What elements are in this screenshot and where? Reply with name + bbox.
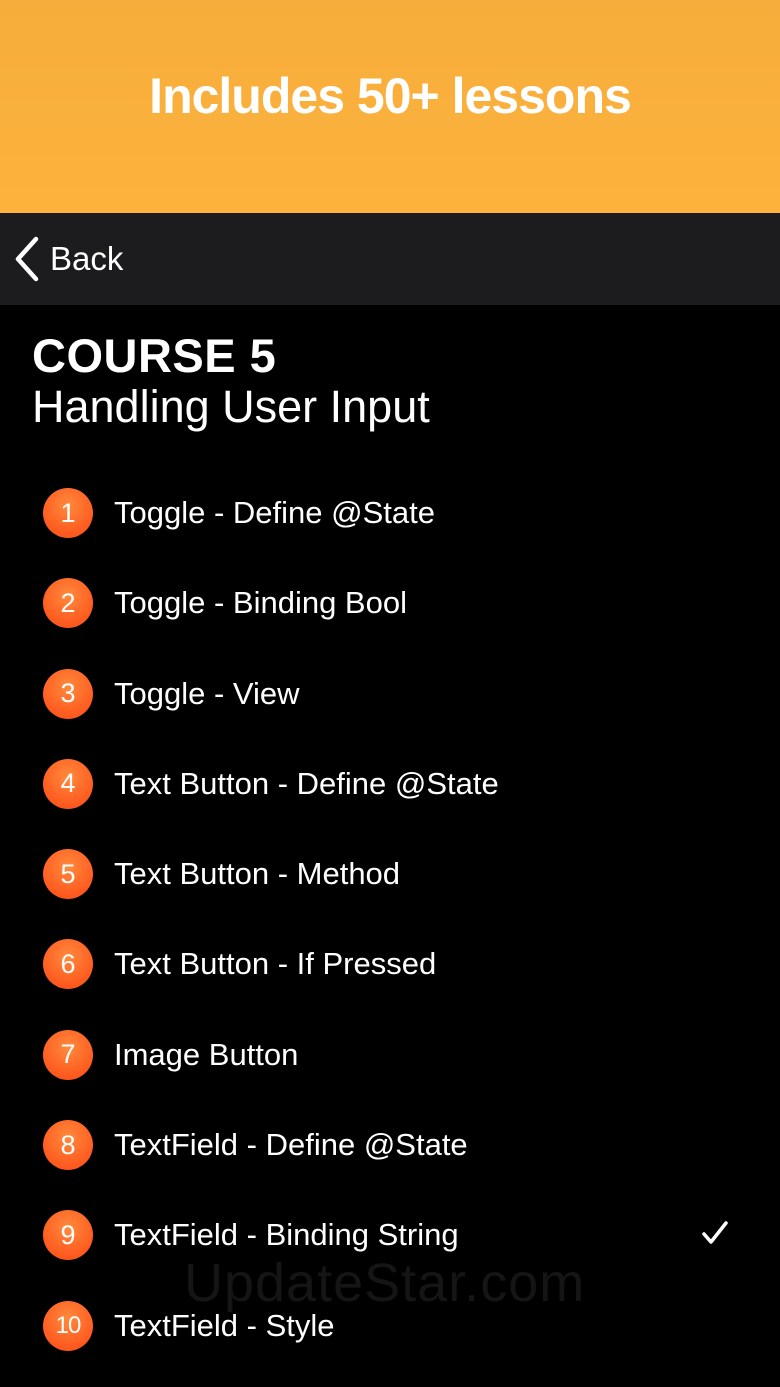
checkmark-icon xyxy=(702,1221,728,1250)
course-title: Handling User Input xyxy=(32,381,430,432)
lesson-item[interactable]: 8 TextField - Define @State xyxy=(0,1100,780,1190)
lesson-title: TextField - Define @State xyxy=(114,1127,468,1163)
lesson-item[interactable]: 5 Text Button - Method xyxy=(0,829,780,919)
lesson-item[interactable]: 6 Text Button - If Pressed xyxy=(0,919,780,1009)
lesson-number-badge: 8 xyxy=(43,1120,93,1171)
navigation-bar: Back xyxy=(0,213,780,305)
lesson-number-badge: 1 xyxy=(43,488,93,538)
lesson-number-badge: 3 xyxy=(43,668,93,719)
lesson-number-badge: 6 xyxy=(43,939,93,990)
course-number: COURSE 5 xyxy=(32,329,277,382)
banner-title: Includes 50+ lessons xyxy=(149,67,632,124)
lesson-title: Text Button - Method xyxy=(114,856,401,892)
lesson-title: Image Button xyxy=(114,1036,299,1072)
promo-banner: Includes 50+ lessons xyxy=(0,0,780,213)
lesson-number-badge: 7 xyxy=(43,1029,93,1080)
lesson-title: TextField - Binding String xyxy=(114,1217,459,1253)
lesson-number-badge: 9 xyxy=(43,1210,93,1261)
lesson-title: Toggle - Define @State xyxy=(114,495,435,530)
lesson-title: Text Button - Define @State xyxy=(114,765,499,801)
chevron-left-icon xyxy=(14,236,40,282)
lesson-item[interactable]: 3 Toggle - View xyxy=(0,649,780,739)
lesson-number-badge: 2 xyxy=(43,578,93,629)
lesson-number-badge: 10 xyxy=(43,1300,93,1351)
lesson-title: Toggle - View xyxy=(114,675,300,711)
watermark: UpdateStar.com xyxy=(184,1253,586,1313)
lesson-item[interactable]: 1 Toggle - Define @State xyxy=(0,468,780,558)
lesson-number-badge: 5 xyxy=(43,849,93,900)
back-button[interactable]: Back xyxy=(14,233,123,285)
lesson-item[interactable]: 7 Image Button xyxy=(0,1010,780,1100)
lesson-item[interactable]: 2 Toggle - Binding Bool xyxy=(0,558,780,648)
lesson-title: Text Button - If Pressed xyxy=(114,946,437,982)
lesson-number-badge: 4 xyxy=(43,758,93,809)
lesson-item[interactable]: 4 Text Button - Define @State xyxy=(0,739,780,829)
lesson-title: Toggle - Binding Bool xyxy=(114,585,407,621)
back-label: Back xyxy=(50,240,124,277)
lesson-list: 1 Toggle - Define @State 2 Toggle - Bind… xyxy=(0,468,780,1371)
